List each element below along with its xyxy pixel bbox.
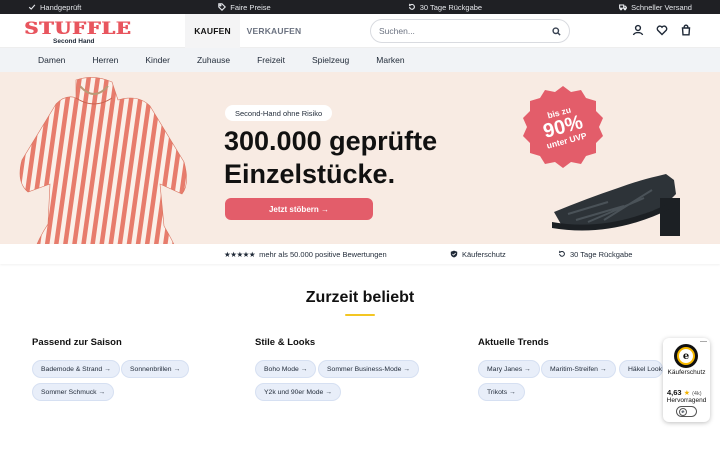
logo-wordmark: STUFFLE — [24, 19, 132, 39]
chip-sommer-schmuck[interactable]: Sommer Schmuck → — [32, 383, 115, 401]
section-title-underline — [345, 314, 375, 316]
trust-protection: Käuferschutz — [450, 244, 506, 264]
return-icon — [408, 3, 415, 10]
heart-icon[interactable] — [656, 24, 668, 36]
logo-subtitle: Second Hand — [53, 38, 95, 45]
topbar-item-prices: Faire Preise — [218, 3, 271, 12]
column-title: Stile & Looks — [255, 337, 316, 348]
topbar-item-checked: Handgeprüft — [28, 3, 81, 12]
widget-grade: Hervorragend — [666, 397, 707, 404]
hero-pill: Second-Hand ohne Risiko — [225, 105, 333, 121]
star-icon: ★ — [683, 390, 690, 397]
search-box — [370, 19, 570, 43]
return-icon — [558, 250, 565, 257]
trend-column-trends: Aktuelle Trends — [478, 337, 549, 358]
sandal-image — [552, 174, 680, 236]
nav-item-damen[interactable]: Damen — [38, 55, 65, 65]
category-nav: Damen Herren Kinder Zuhause Freizeit Spi… — [0, 48, 720, 72]
chip-sommer-business[interactable]: Sommer Business-Mode → — [318, 360, 420, 378]
truck-icon — [619, 4, 628, 11]
tab-verkaufen[interactable]: VERKAUFEN — [243, 14, 305, 48]
hero-headline: 300.000 geprüfte Einzelstücke. — [224, 126, 438, 189]
nav-item-kinder[interactable]: Kinder — [145, 55, 170, 65]
site-header: STUFFLE Second Hand KAUFEN VERKAUFEN — [0, 14, 720, 48]
trust-strip: ★★★★★ mehr als 50.000 positive Bewertung… — [0, 244, 720, 264]
discount-badge: bis zu 90% unter UVP — [520, 84, 606, 170]
search-icon[interactable] — [552, 26, 561, 36]
section-title: Zurzeit beliebt — [305, 289, 415, 306]
trust-returns: 30 Tage Rückgabe — [558, 244, 632, 264]
star-icon: ★★★★★ — [224, 249, 256, 259]
nav-item-zuhause[interactable]: Zuhause — [197, 55, 230, 65]
tag-icon — [218, 3, 227, 11]
shield-icon — [450, 250, 458, 258]
nav-item-freizeit[interactable]: Freizeit — [257, 55, 285, 65]
close-icon[interactable]: — — [700, 338, 707, 345]
nav-item-herren[interactable]: Herren — [92, 55, 118, 65]
trustmark-toggle-icon: e — [679, 407, 687, 416]
check-icon — [28, 4, 36, 10]
striped-blouse-image — [19, 77, 187, 264]
search-input[interactable] — [379, 26, 552, 36]
tab-kaufen[interactable]: KAUFEN — [185, 14, 240, 48]
trust-rating: ★★★★★ mehr als 50.000 positive Bewertung… — [224, 249, 387, 259]
chip-maritim-streifen[interactable]: Maritim-Streifen → — [541, 360, 616, 378]
widget-rating: 4,63 ★ (4k) — [667, 388, 702, 397]
chip-boho-mode[interactable]: Boho Mode → — [255, 360, 317, 378]
trend-column-styles: Stile & Looks — [255, 337, 315, 358]
chip-haekel-looks[interactable]: Häkel Looks — [619, 360, 663, 378]
chip-sonnenbrillen[interactable]: Sonnenbrillen → — [121, 360, 190, 378]
widget-toggle[interactable]: e — [676, 406, 697, 417]
topbar-item-shipping: Schneller Versand — [619, 3, 692, 12]
chip-mary-janes[interactable]: Mary Janes → — [478, 360, 540, 378]
chip-bademode[interactable]: Bademode & Strand → — [32, 360, 120, 378]
widget-label: Käuferschutz — [667, 369, 706, 376]
cta-browse-button[interactable]: Jetzt stöbern → — [225, 198, 373, 220]
trusted-shops-widget[interactable]: — e Käuferschutz 4,63 ★ (4k) Hervorragen… — [663, 338, 710, 422]
nav-item-marken[interactable]: Marken — [376, 55, 404, 65]
header-actions — [632, 24, 692, 36]
bag-icon[interactable] — [680, 24, 692, 36]
column-title: Aktuelle Trends — [478, 337, 549, 348]
chip-y2k-90er[interactable]: Y2k und 90er Mode → — [255, 383, 342, 401]
stuffle-logo[interactable]: STUFFLE Second Hand — [24, 19, 132, 45]
trustmark-seal-icon: e — [674, 344, 698, 368]
nav-item-spielzeug[interactable]: Spielzeug — [312, 55, 349, 65]
hero-banner: Second-Hand ohne Risiko 300.000 geprüfte… — [0, 72, 720, 264]
trend-column-season: Passend zur Saison — [32, 337, 122, 358]
top-info-bar: Handgeprüft Faire Preise 30 Tage Rückgab… — [0, 0, 720, 14]
user-icon[interactable] — [632, 24, 644, 36]
chip-trikots[interactable]: Trikots → — [478, 383, 525, 401]
column-title: Passend zur Saison — [32, 337, 122, 348]
topbar-item-returns: 30 Tage Rückgabe — [408, 3, 482, 12]
